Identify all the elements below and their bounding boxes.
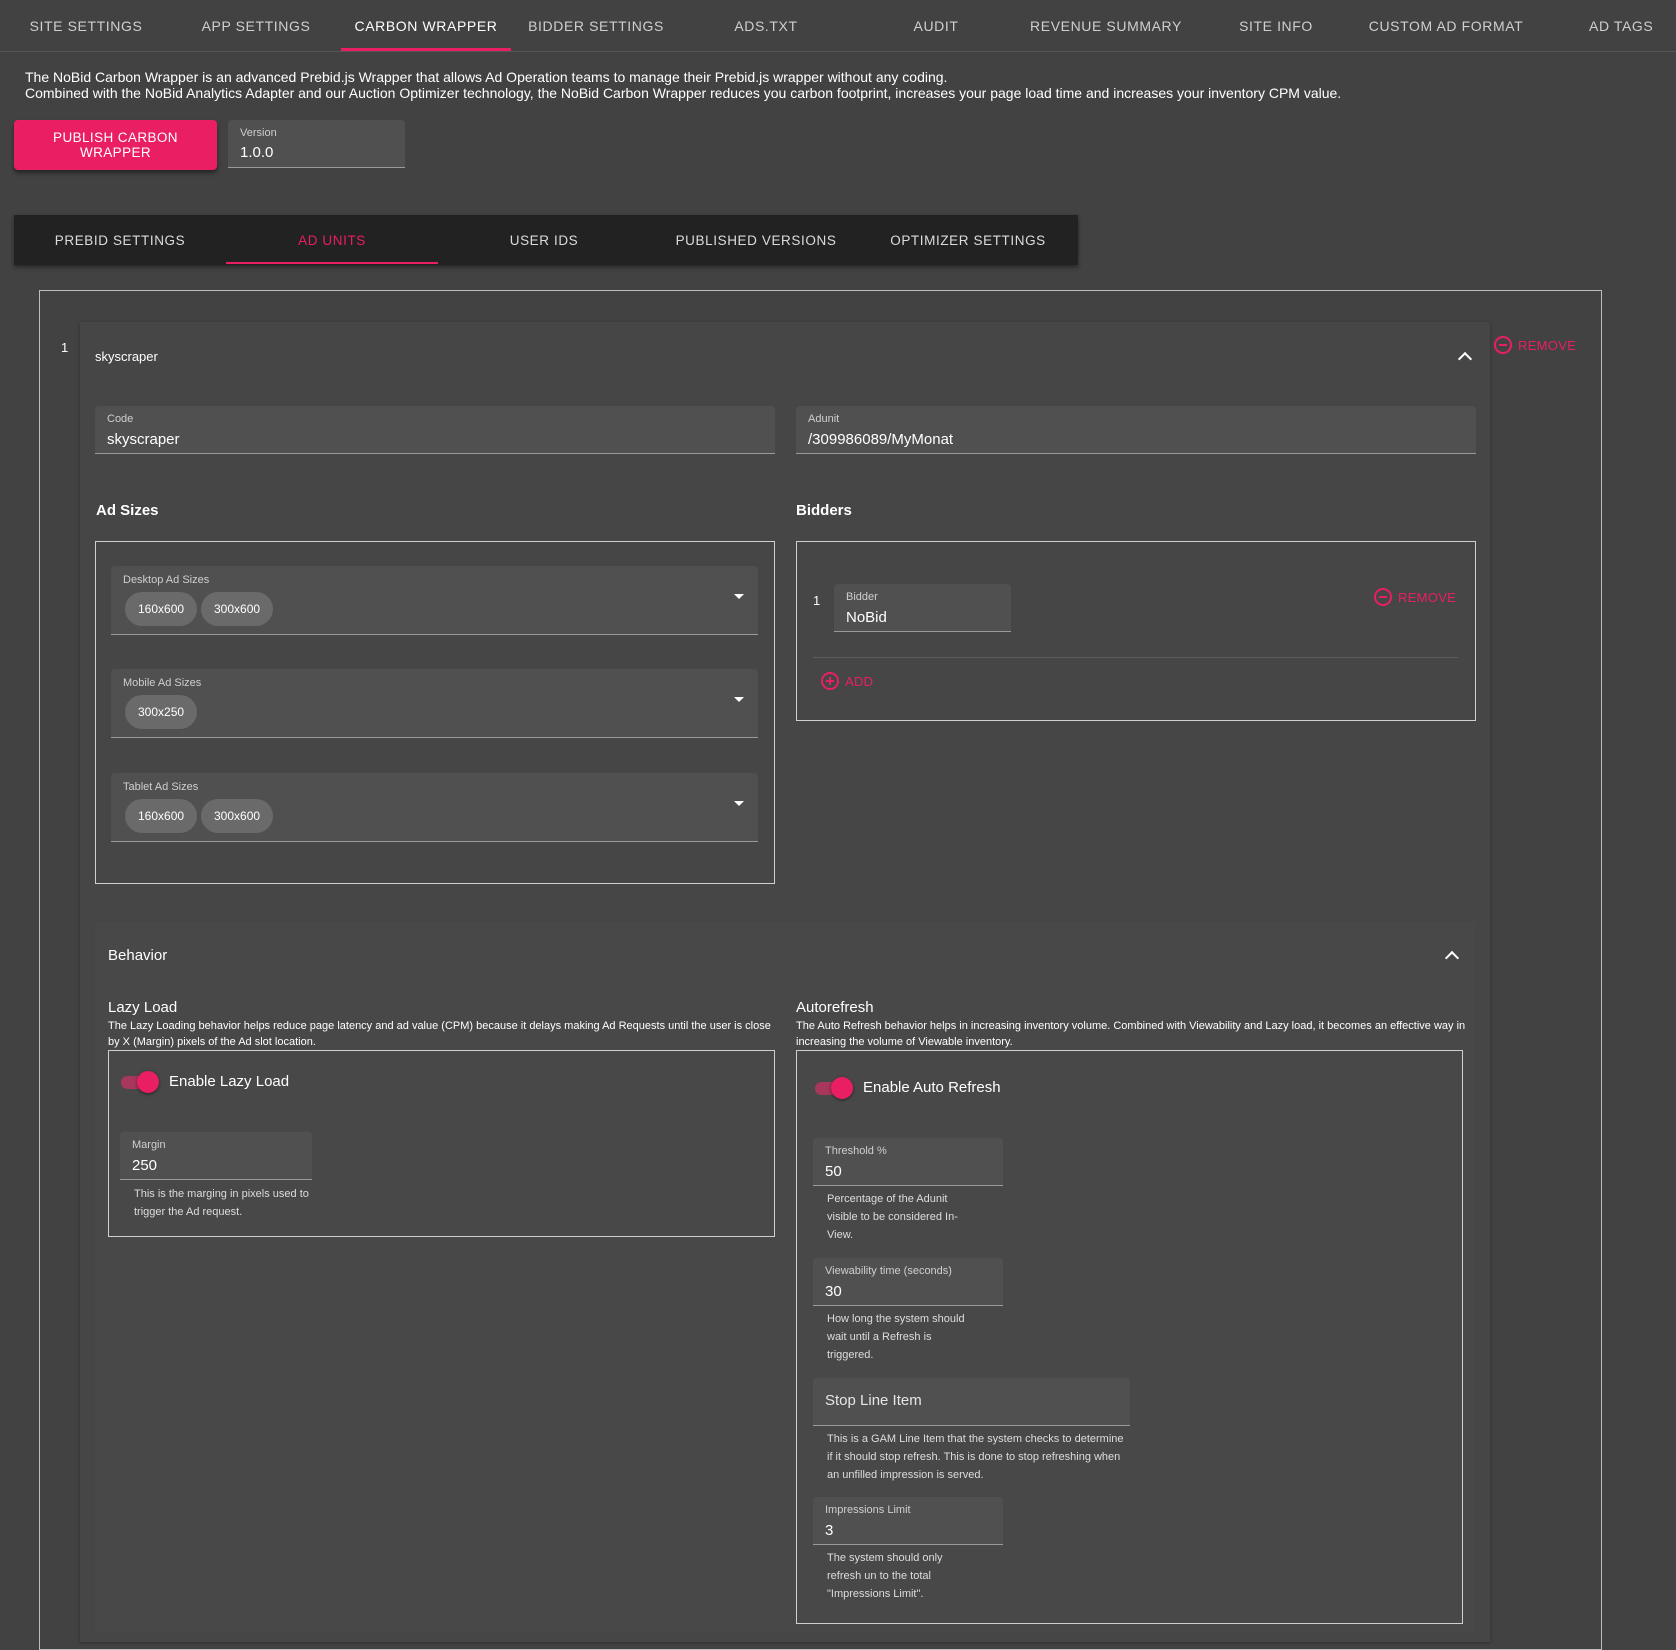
size-chip[interactable]: 300x600 [201, 799, 274, 833]
impressions-limit-help-text: The system should only refresh un to the… [827, 1552, 943, 1600]
viewability-time-help-text: How long the system should wait until a … [827, 1313, 965, 1361]
tab-app-settings[interactable]: APP SETTINGS [171, 0, 341, 52]
active-subtab-indicator [226, 262, 438, 264]
intro-line-1: The NoBid Carbon Wrapper is an advanced … [25, 69, 948, 85]
tablet-ad-sizes-select[interactable]: Tablet Ad Sizes 160x600 300x600 [111, 773, 758, 842]
remove-circle-icon [1494, 336, 1512, 354]
tab-site-settings[interactable]: SITE SETTINGS [1, 0, 171, 52]
intro-text: The NoBid Carbon Wrapper is an advanced … [25, 69, 1341, 101]
autorefresh-heading: Autorefresh [796, 999, 874, 1016]
code-field[interactable]: Code skyscraper [95, 406, 775, 454]
threshold-field[interactable]: Threshold % 50 [813, 1138, 1003, 1186]
tab-prebid-settings[interactable]: PREBID SETTINGS [14, 215, 226, 265]
tab-ad-units[interactable]: AD UNITS [226, 215, 438, 265]
publish-carbon-wrapper-button[interactable]: PUBLISH CARBON WRAPPER [14, 120, 217, 170]
code-value[interactable]: skyscraper [107, 431, 719, 448]
threshold-value[interactable]: 50 [825, 1163, 996, 1180]
remove-ad-unit-button[interactable]: REMOVE [1494, 336, 1576, 354]
remove-bidder-label: REMOVE [1398, 589, 1457, 605]
enable-auto-refresh-label: Enable Auto Refresh [863, 1079, 1001, 1096]
tab-revenue-summary[interactable]: REVENUE SUMMARY [1021, 0, 1191, 52]
toggle-thumb [831, 1077, 853, 1099]
version-value[interactable]: 1.0.0 [240, 144, 399, 161]
code-label: Code [107, 413, 134, 425]
auto-refresh-toggle[interactable] [812, 1077, 853, 1099]
tab-audit[interactable]: AUDIT [851, 0, 1021, 52]
viewability-time-label: Viewability time (seconds) [825, 1265, 952, 1277]
bidder-value[interactable]: NoBid [846, 609, 1005, 626]
dropdown-arrow-icon [734, 594, 744, 599]
remove-circle-icon [1374, 588, 1392, 606]
remove-ad-unit-label: REMOVE [1518, 337, 1577, 353]
tab-custom-ad-format[interactable]: CUSTOM AD FORMAT [1361, 0, 1531, 52]
size-chip[interactable]: 300x250 [125, 695, 198, 729]
intro-line-2: Combined with the NoBid Analytics Adapte… [25, 85, 1342, 101]
bidder-divider [813, 657, 1458, 658]
remove-bidder-button[interactable]: REMOVE [1374, 588, 1456, 606]
adunit-label: Adunit [808, 413, 840, 425]
add-circle-icon [821, 672, 839, 690]
autorefresh-description: The Auto Refresh behavior helps in incre… [796, 1020, 1466, 1048]
lazy-load-description: The Lazy Loading behavior helps reduce p… [108, 1020, 771, 1048]
ad-unit-index: 1 [61, 340, 69, 355]
threshold-label: Threshold % [825, 1145, 887, 1157]
tab-user-ids[interactable]: USER IDS [438, 215, 650, 265]
size-chip[interactable]: 300x600 [201, 592, 274, 626]
sub-navigation: PREBID SETTINGS AD UNITS USER IDS PUBLIS… [14, 215, 1078, 265]
tablet-ad-sizes-label: Tablet Ad Sizes [123, 781, 199, 793]
tab-published-versions[interactable]: PUBLISHED VERSIONS [650, 215, 862, 265]
top-navigation: SITE SETTINGS APP SETTINGS CARBON WRAPPE… [0, 0, 1676, 52]
active-tab-indicator [341, 48, 511, 51]
impressions-limit-value[interactable]: 3 [825, 1522, 996, 1539]
ad-unit-name: skyscraper [95, 349, 158, 364]
lazy-load-heading: Lazy Load [108, 999, 178, 1016]
behavior-heading: Behavior [108, 947, 168, 964]
size-chip[interactable]: 160x600 [125, 799, 198, 833]
desktop-ad-sizes-select[interactable]: Desktop Ad Sizes 160x600 300x600 [111, 566, 758, 635]
margin-field[interactable]: Margin 250 [120, 1132, 312, 1180]
lazy-load-toggle[interactable] [118, 1071, 159, 1093]
tab-ads-txt[interactable]: ADS.TXT [681, 0, 851, 52]
margin-value[interactable]: 250 [132, 1157, 305, 1174]
stop-line-item-help-text: This is a GAM Line Item that the system … [827, 1433, 1124, 1481]
desktop-ad-sizes-label: Desktop Ad Sizes [123, 574, 210, 586]
dropdown-arrow-icon [734, 697, 744, 702]
impressions-limit-field[interactable]: Impressions Limit 3 [813, 1497, 1003, 1545]
version-field[interactable]: Version 1.0.0 [228, 120, 405, 168]
adunit-value[interactable]: /309986089/MyMonat [808, 431, 1420, 448]
viewability-time-field[interactable]: Viewability time (seconds) 30 [813, 1258, 1003, 1306]
size-chip[interactable]: 160x600 [125, 592, 198, 626]
adunit-field[interactable]: Adunit /309986089/MyMonat [796, 406, 1476, 454]
threshold-help-text: Percentage of the Adunit visible to be c… [827, 1193, 958, 1241]
tab-ad-tags[interactable]: AD TAGS [1531, 0, 1676, 52]
dropdown-arrow-icon [734, 801, 744, 806]
add-bidder-label: ADD [845, 673, 874, 689]
margin-label: Margin [132, 1139, 166, 1151]
stop-line-item-placeholder[interactable]: Stop Line Item [825, 1392, 1110, 1409]
bidder-label: Bidder [846, 591, 878, 603]
viewability-time-value[interactable]: 30 [825, 1283, 996, 1300]
bidders-heading: Bidders [796, 502, 852, 519]
enable-lazy-load-label: Enable Lazy Load [169, 1073, 290, 1090]
impressions-limit-label: Impressions Limit [825, 1504, 911, 1516]
tab-carbon-wrapper[interactable]: CARBON WRAPPER [341, 0, 511, 52]
tab-bidder-settings[interactable]: BIDDER SETTINGS [511, 0, 681, 52]
mobile-ad-sizes-select[interactable]: Mobile Ad Sizes 300x250 [111, 669, 758, 738]
margin-help-text: This is the marging in pixels used to tr… [134, 1188, 309, 1218]
add-bidder-button[interactable]: ADD [821, 672, 873, 690]
toggle-thumb [137, 1071, 159, 1093]
mobile-ad-sizes-label: Mobile Ad Sizes [123, 677, 202, 689]
bidder-field[interactable]: Bidder NoBid [834, 584, 1011, 632]
tab-site-info[interactable]: SITE INFO [1191, 0, 1361, 52]
version-label: Version [240, 127, 277, 139]
ad-sizes-heading: Ad Sizes [96, 502, 159, 519]
tab-optimizer-settings[interactable]: OPTIMIZER SETTINGS [862, 215, 1074, 265]
bidder-index: 1 [813, 593, 821, 608]
stop-line-item-field[interactable]: Stop Line Item [813, 1378, 1130, 1426]
